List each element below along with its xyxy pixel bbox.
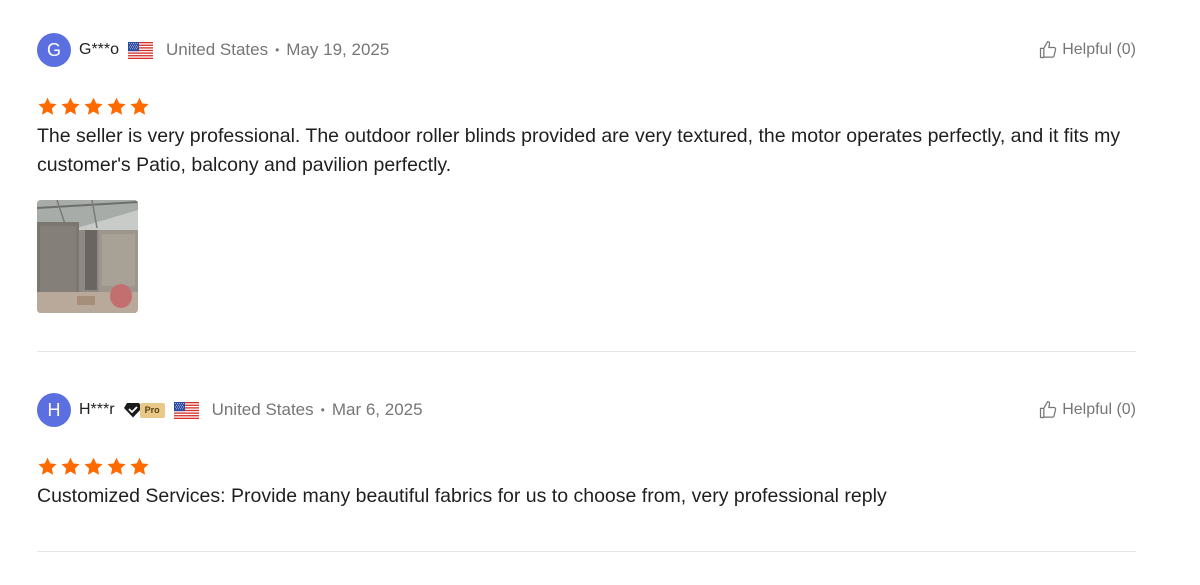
meta-separator: • [275,43,280,57]
star-icon [60,456,81,477]
us-flag-icon [174,402,199,419]
pro-badge-label: Pro [139,402,165,418]
star-icon [83,96,104,117]
review-header: G G***o United States • May 19, 2025 Hel… [37,32,1136,68]
avatar: H [37,393,71,427]
reviewer-country: United States [166,40,269,59]
review-divider [37,351,1136,352]
star-icon [129,96,150,117]
reviewer-name: G***o [79,41,120,58]
helpful-button[interactable]: Helpful (0) [1038,40,1136,60]
review-header: H H***r Pro United States • Mar 6, 2025 … [37,392,1136,428]
review-photo-thumbnail[interactable] [37,200,138,313]
meta-separator: • [320,403,325,417]
helpful-button[interactable]: Helpful (0) [1038,400,1136,420]
star-icon [37,96,58,117]
star-icon [106,96,127,117]
star-rating [37,456,1136,478]
star-icon [129,456,150,477]
review-text: Customized Services: Provide many beauti… [37,485,887,507]
review-date: May 19, 2025 [286,40,390,59]
star-icon [60,96,81,117]
star-rating [37,96,1136,118]
reviewer-name: H***r [79,401,115,418]
helpful-label: Helpful (0) [1062,401,1136,418]
thumbs-up-icon [1038,40,1058,60]
avatar: G [37,33,71,67]
star-icon [106,456,127,477]
star-icon [37,456,58,477]
review-date: Mar 6, 2025 [331,400,423,419]
us-flag-icon [128,42,153,59]
thumbs-up-icon [1038,400,1058,420]
review-card: H H***r Pro United States • Mar 6, 2025 … [37,392,1136,511]
review-divider [37,551,1136,552]
pro-badge: Pro [123,402,165,418]
reviewer-country: United States [211,400,314,419]
helpful-label: Helpful (0) [1062,41,1136,58]
review-card: G G***o United States • May 19, 2025 Hel… [37,32,1136,313]
review-text: The seller is very professional. The out… [37,125,1121,176]
diamond-icon [123,403,142,418]
star-icon [83,456,104,477]
